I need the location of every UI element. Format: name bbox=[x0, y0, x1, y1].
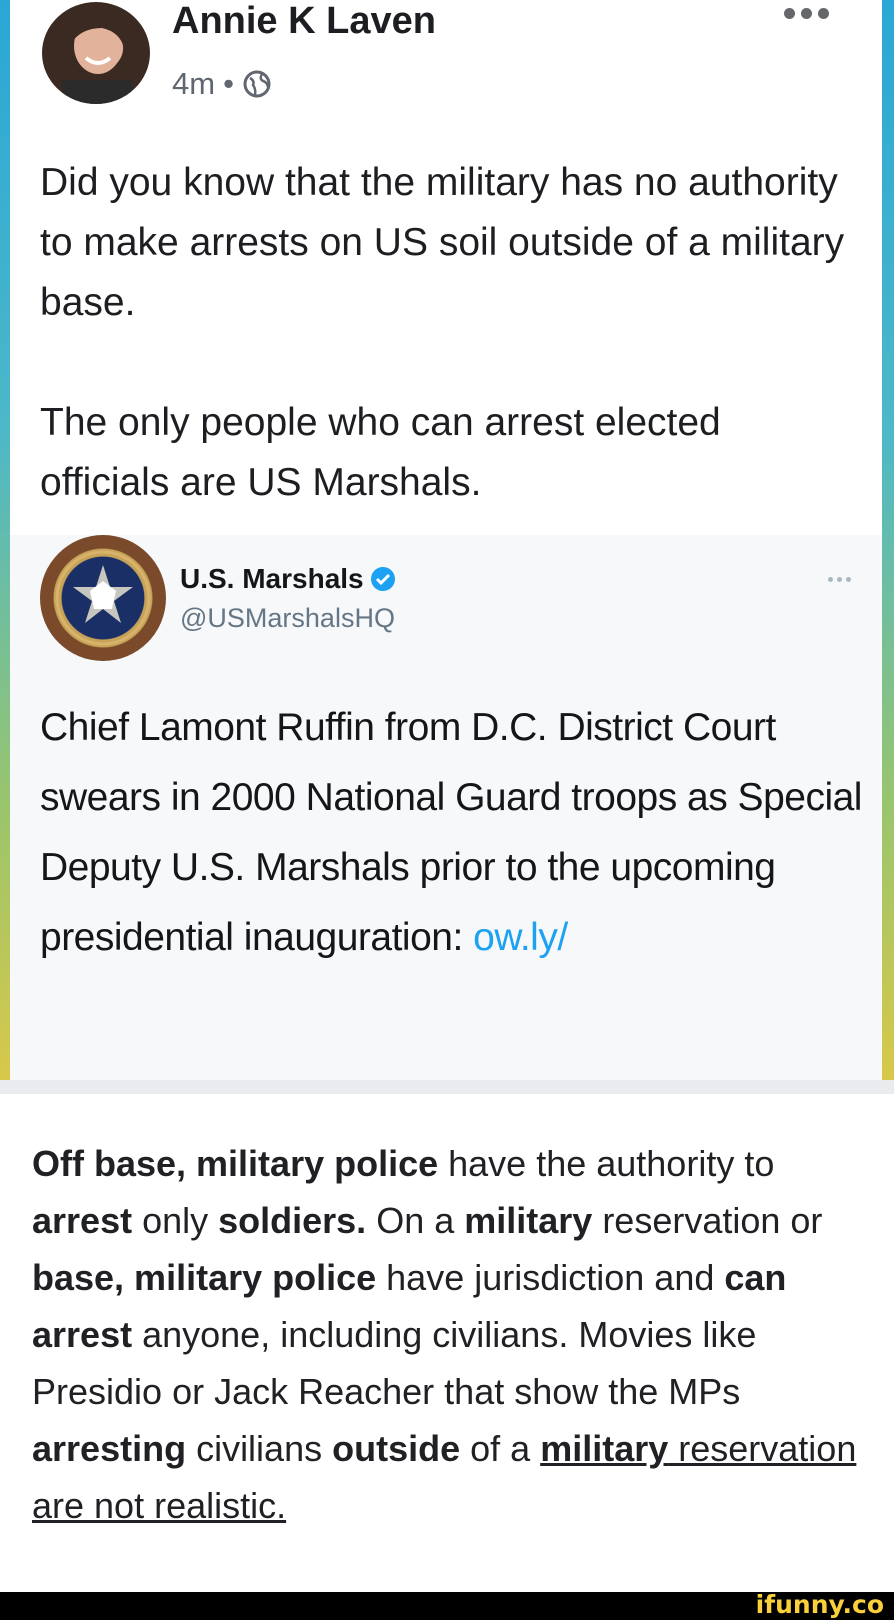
post-body: Did you know that the military has no au… bbox=[40, 153, 860, 573]
text-span: have jurisdiction and bbox=[376, 1257, 725, 1298]
bold-phrase: military bbox=[540, 1428, 669, 1469]
tweet-text: Chief Lamont Ruffin from D.C. District C… bbox=[40, 706, 862, 959]
text-span: reservation or bbox=[592, 1200, 823, 1241]
explanation-paragraph: Off base, military police have the autho… bbox=[32, 1135, 872, 1534]
text-span: civilians bbox=[186, 1428, 333, 1469]
meta-separator: • bbox=[223, 66, 234, 101]
marshals-seal-avatar[interactable] bbox=[40, 535, 166, 661]
bold-phrase: base, military police bbox=[32, 1257, 377, 1298]
tweet-account-name[interactable]: U.S. Marshals bbox=[180, 563, 396, 595]
text-span: anyone, including civilians. Movies like… bbox=[32, 1314, 757, 1412]
post-paragraph-1: Did you know that the military has no au… bbox=[40, 161, 845, 324]
text-span: only bbox=[132, 1200, 219, 1241]
facebook-post-screenshot: Annie K Laven 4m • Did you know that the… bbox=[0, 0, 894, 1080]
post-meta: 4m • bbox=[172, 66, 272, 102]
bold-phrase: outside bbox=[332, 1428, 461, 1469]
tweet-options-icon[interactable] bbox=[828, 577, 851, 582]
bold-phrase: Off base, military police bbox=[32, 1143, 439, 1184]
text-span: of a bbox=[460, 1428, 541, 1469]
author-name[interactable]: Annie K Laven bbox=[172, 0, 436, 43]
text-span: have the authority to bbox=[438, 1143, 775, 1184]
bold-phrase: military bbox=[464, 1200, 593, 1241]
tweet-body: Chief Lamont Ruffin from D.C. District C… bbox=[40, 693, 870, 973]
verified-badge-icon bbox=[370, 567, 395, 591]
bold-phrase: arresting bbox=[32, 1428, 187, 1469]
post-options-icon[interactable] bbox=[784, 2, 834, 24]
watermark-bar: ifunny.co bbox=[0, 1590, 894, 1620]
post-timestamp[interactable]: 4m bbox=[172, 66, 215, 102]
post-paragraph-2: The only people who can arrest elected o… bbox=[40, 401, 721, 504]
embedded-tweet[interactable]: U.S. Marshals @USMarshalsHQ Chief Lamont… bbox=[10, 535, 882, 1080]
bold-phrase: soldiers. bbox=[218, 1200, 367, 1241]
globe-icon[interactable] bbox=[242, 69, 272, 99]
author-avatar[interactable] bbox=[42, 2, 150, 104]
bold-phrase: arrest bbox=[32, 1200, 133, 1241]
tweet-link[interactable]: ow.ly/ bbox=[473, 916, 568, 959]
tweet-handle[interactable]: @USMarshalsHQ bbox=[180, 603, 395, 634]
section-divider bbox=[0, 1080, 894, 1094]
text-span: On a bbox=[366, 1200, 465, 1241]
ifunny-watermark: ifunny.co bbox=[755, 1590, 884, 1619]
tweet-name-text: U.S. Marshals bbox=[180, 563, 364, 594]
